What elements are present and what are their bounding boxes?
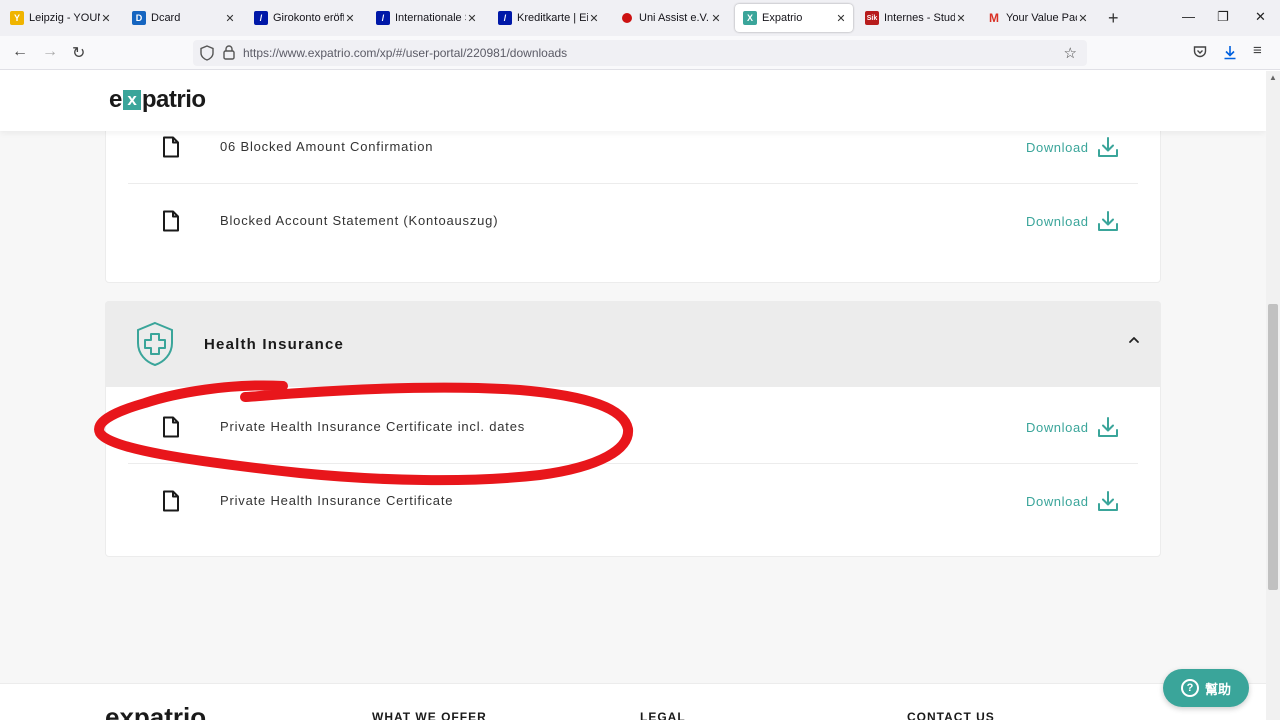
close-icon[interactable]: ✕ [955,12,967,25]
tab-title: Expatrio [762,12,803,24]
leipzig-favicon-icon: Y [10,11,24,25]
close-icon[interactable]: ✕ [835,12,847,25]
download-icon [1097,417,1118,437]
tab-title: Girokonto eröff [273,12,344,24]
help-button[interactable]: ? 幫助 [1163,669,1249,707]
document-icon [163,210,179,232]
deutsche-bank-favicon-icon: / [498,11,512,25]
section-title: Health Insurance [204,336,345,353]
chevron-up-icon[interactable] [1127,335,1141,345]
footer-column-title: CONTACT US [907,710,995,720]
document-row: Private Health Insurance Certificate Dow… [106,464,1160,538]
tab-title: Dcard [151,12,181,24]
document-row: Private Health Insurance Certificate inc… [106,390,1160,464]
close-icon[interactable]: ✕ [710,12,722,25]
question-icon: ? [1180,679,1199,697]
tab-gmail[interactable]: M Your Value Pack ✕ [979,4,1095,32]
download-button[interactable]: Download [1026,416,1119,438]
tab-internationale[interactable]: / Internationale S ✕ [368,4,484,32]
document-label: Blocked Account Statement (Kontoauszug) [220,213,499,228]
uni-assist-favicon-icon [620,11,634,25]
close-icon[interactable]: ✕ [224,12,236,25]
close-icon[interactable]: ✕ [344,12,356,25]
document-icon [163,136,179,158]
close-icon[interactable]: ✕ [100,12,112,25]
download-icon [1097,137,1118,157]
logo-text-post: patrio [141,86,206,113]
dcard-favicon-icon: D [132,11,146,25]
footer-column-title: LEGAL [640,710,686,720]
download-icon [1097,211,1118,231]
scroll-thumb[interactable] [1268,304,1278,590]
address-bar[interactable]: https://www.expatrio.com/xp/#/user-porta… [193,40,1087,66]
deutsche-bank-favicon-icon: / [376,11,390,25]
gmail-favicon-icon: M [989,11,999,25]
download-button[interactable]: Download [1026,136,1119,158]
tab-kreditkarte[interactable]: / Kreditkarte | Ein ✕ [490,4,606,32]
restore-icon[interactable]: ❐ [1217,9,1229,25]
reload-icon[interactable]: ↻ [72,43,85,63]
document-label: Private Health Insurance Certificate [220,493,454,508]
menu-icon[interactable]: ≡ [1253,42,1262,59]
expatrio-logo[interactable]: e x patrio [109,86,206,114]
footer-column-title: WHAT WE OFFER [372,710,487,720]
close-icon[interactable]: ✕ [466,12,478,25]
site-header: e x patrio [0,71,1266,131]
new-tab-icon[interactable]: + [1108,8,1119,29]
download-button[interactable]: Download [1026,210,1119,232]
site-footer: expatrio WHAT WE OFFER LEGAL CONTACT US [0,683,1266,720]
download-label: Download [1026,419,1089,435]
sik-favicon-icon: Sik [865,11,879,25]
close-icon[interactable]: ✕ [1077,12,1089,25]
tab-title: Internes - Studi [884,12,955,24]
tab-uni-assist[interactable]: Uni Assist e.V. C ✕ [612,4,728,32]
download-label: Download [1026,493,1089,509]
download-button[interactable]: Download [1026,490,1119,512]
document-row: Blocked Account Statement (Kontoauszug) … [106,184,1160,258]
tab-internes[interactable]: Sik Internes - Studi ✕ [857,4,973,32]
bookmark-star-icon[interactable]: ☆ [1064,44,1077,62]
document-icon [163,416,179,438]
tab-title: Internationale S [395,12,466,24]
page-viewport: e x patrio 06 Blocked Amount Confirmation … [0,71,1266,720]
window-close-icon[interactable]: ✕ [1255,9,1266,25]
document-label: Private Health Insurance Certificate inc… [220,419,526,434]
downloads-icon[interactable] [1223,45,1237,60]
document-label: 06 Blocked Amount Confirmation [220,139,434,154]
tab-girokonto[interactable]: / Girokonto eröff ✕ [246,4,362,32]
back-icon[interactable]: ← [12,43,28,61]
tracking-shield-icon[interactable] [200,45,214,61]
logo-x-mark: x [122,90,141,110]
deutsche-bank-favicon-icon: / [254,11,268,25]
lock-icon[interactable] [223,45,235,60]
health-insurance-header[interactable]: Health Insurance [105,301,1161,387]
scroll-up-icon[interactable]: ▲ [1269,73,1277,82]
browser-tab-bar: Y Leipzig - YOUN ✕ D Dcard ✕ / Girokonto… [0,0,1280,36]
logo-text-pre: e [109,86,122,113]
page-scrollbar[interactable]: ▲ [1266,71,1280,720]
health-shield-icon [137,321,173,367]
tab-expatrio[interactable]: X Expatrio ✕ [735,4,853,32]
download-icon [1097,491,1118,511]
browser-nav-bar: ← → ↻ https://www.expatrio.com/xp/#/user… [0,36,1280,70]
help-label: 幫助 [1204,681,1231,697]
download-label: Download [1026,139,1089,155]
tab-dcard[interactable]: D Dcard ✕ [124,4,242,32]
download-label: Download [1026,213,1089,229]
close-icon[interactable]: ✕ [588,12,600,25]
pocket-icon[interactable] [1193,45,1207,59]
footer-logo[interactable]: expatrio [105,702,206,720]
tab-title: Leipzig - YOUN [29,12,100,24]
document-icon [163,490,179,512]
minimize-icon[interactable]: — [1182,9,1195,24]
tab-title: Your Value Pack [1006,12,1077,24]
url-text: https://www.expatrio.com/xp/#/user-porta… [243,46,568,60]
tab-leipzig[interactable]: Y Leipzig - YOUN ✕ [2,4,118,32]
tab-title: Kreditkarte | Ein [517,12,588,24]
tab-title: Uni Assist e.V. C [639,12,710,24]
forward-icon[interactable]: → [42,43,58,61]
expatrio-favicon-icon: X [743,11,757,25]
